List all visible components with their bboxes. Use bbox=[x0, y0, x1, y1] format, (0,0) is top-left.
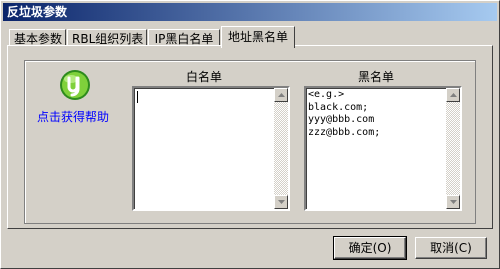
arrow-down-icon bbox=[278, 200, 285, 204]
scroll-down-button[interactable] bbox=[446, 195, 460, 209]
tab-label: IP黑白名单 bbox=[154, 32, 214, 46]
window-title: 反垃圾参数 bbox=[7, 5, 68, 19]
scroll-up-button[interactable] bbox=[446, 88, 460, 102]
whitelist-textarea[interactable] bbox=[132, 86, 290, 211]
help-link[interactable]: 点击获得帮助 bbox=[37, 108, 109, 125]
ok-button[interactable]: 确定(O) bbox=[333, 236, 407, 260]
scroll-up-button[interactable] bbox=[274, 88, 288, 102]
blacklist-textarea[interactable]: <e.g.> black.com; yyy@bbb.com zzz@bbb.co… bbox=[304, 86, 462, 211]
whitelist-scrollbar[interactable] bbox=[274, 88, 288, 209]
scroll-down-button[interactable] bbox=[274, 195, 288, 209]
blacklist-text: <e.g.> black.com; yyy@bbb.com zzz@bbb.co… bbox=[308, 89, 381, 138]
tab-address-blacklist[interactable]: 地址黑名单 bbox=[221, 26, 295, 48]
tab-label: 基本参数 bbox=[14, 32, 63, 46]
cancel-button[interactable]: 取消(C) bbox=[415, 237, 487, 259]
arrow-down-icon bbox=[450, 200, 457, 204]
tab-label: RBL组织列表 bbox=[72, 32, 144, 46]
tab-panel: 点击获得帮助 白名单 黑名单 <e.g.> black.com; yyy@bbb… bbox=[7, 45, 493, 229]
arrow-up-icon bbox=[278, 93, 285, 97]
help-book-icon[interactable] bbox=[58, 68, 92, 102]
dialog-window: 反垃圾参数 基本参数 RBL组织列表 IP黑白名单 地址黑名单 点击获得帮助 白… bbox=[0, 0, 500, 269]
whitelist-label: 白名单 bbox=[185, 70, 222, 84]
tab-label: 地址黑名单 bbox=[227, 30, 288, 44]
blacklist-label: 黑名单 bbox=[357, 70, 394, 84]
blacklist-scrollbar[interactable] bbox=[446, 88, 460, 209]
title-bar[interactable]: 反垃圾参数 bbox=[3, 3, 497, 21]
text-caret bbox=[137, 91, 138, 103]
arrow-up-icon bbox=[450, 93, 457, 97]
